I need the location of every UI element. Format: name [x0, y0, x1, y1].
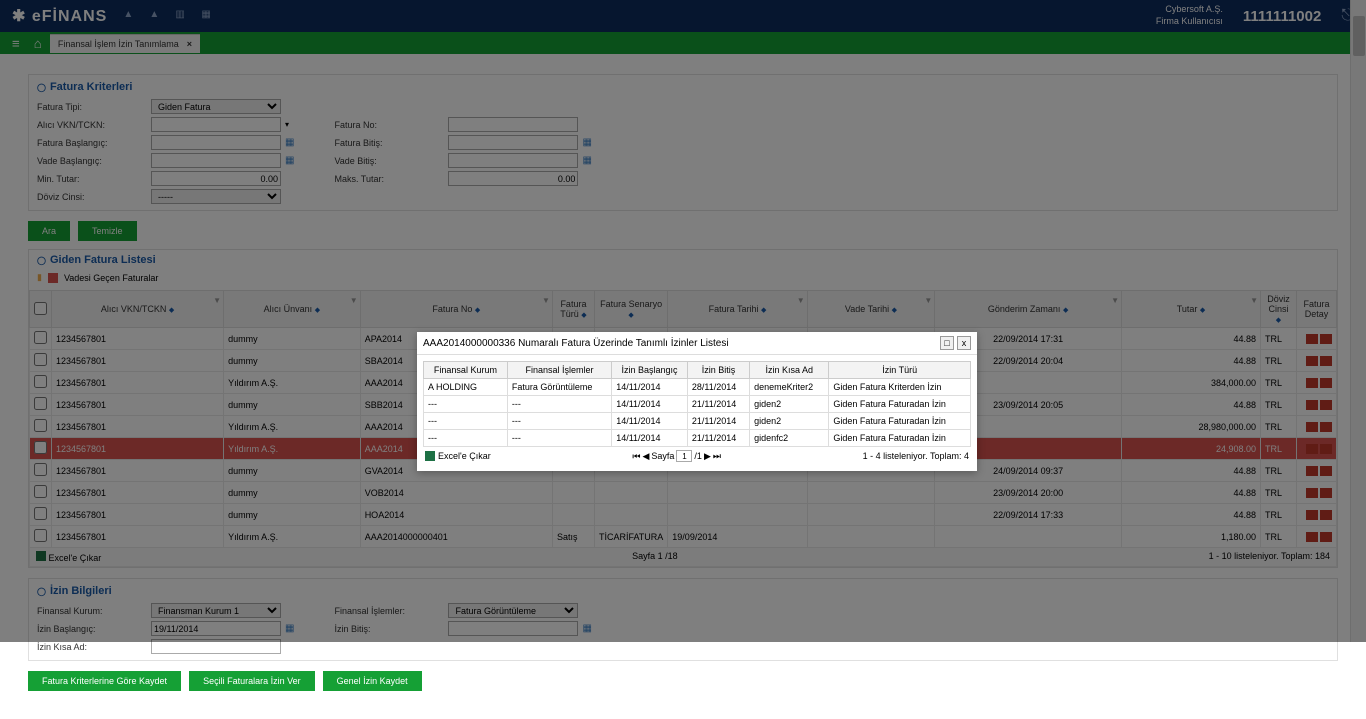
modal-minimize-icon[interactable]: □	[940, 336, 954, 350]
pager-last-icon[interactable]: ⏭	[713, 451, 721, 462]
table-row[interactable]: ------14/11/201421/11/2014giden2Giden Fa…	[424, 396, 971, 413]
table-row[interactable]: ------14/11/201421/11/2014gidenfc2Giden …	[424, 430, 971, 447]
table-row[interactable]: ------14/11/201421/11/2014giden2Giden Fa…	[424, 413, 971, 430]
pager-next-icon[interactable]: ▶	[704, 451, 711, 462]
label-kisa-ad: İzin Kısa Ad:	[37, 642, 147, 652]
secili-izin-button[interactable]: Seçili Faturalara İzin Ver	[189, 671, 315, 691]
modal-close-icon[interactable]: x	[957, 336, 971, 350]
modal-overlay[interactable]	[0, 0, 1366, 642]
mcol-kurum[interactable]: Finansal Kurum	[424, 362, 508, 379]
permissions-table: Finansal Kurum Finansal İşlemler İzin Ba…	[423, 361, 971, 447]
table-row[interactable]: A HOLDINGFatura Görüntüleme14/11/201428/…	[424, 379, 971, 396]
modal-pager[interactable]: ⏮ ◀ Sayfa /1 ▶ ⏭	[632, 450, 721, 462]
pager-first-icon[interactable]: ⏮	[632, 451, 640, 462]
mcol-turu[interactable]: İzin Türü	[829, 362, 971, 379]
mcol-bitis[interactable]: İzin Bitiş	[687, 362, 749, 379]
kriter-kaydet-button[interactable]: Fatura Kriterlerine Göre Kaydet	[28, 671, 181, 691]
modal-export-excel[interactable]: Excel'e Çıkar	[425, 451, 491, 461]
modal-title: AAA2014000000336 Numaralı Fatura Üzerind…	[423, 338, 729, 349]
mcol-baslangic[interactable]: İzin Başlangıç	[612, 362, 688, 379]
modal-total: 1 - 4 listeleniyor. Toplam: 4	[863, 451, 969, 461]
pager-prev-icon[interactable]: ◀	[642, 451, 649, 462]
permissions-modal: AAA2014000000336 Numaralı Fatura Üzerind…	[417, 332, 977, 471]
mcol-islemler[interactable]: Finansal İşlemler	[507, 362, 611, 379]
genel-izin-button[interactable]: Genel İzin Kaydet	[323, 671, 422, 691]
page-input[interactable]	[676, 450, 692, 462]
mcol-kisa[interactable]: İzin Kısa Ad	[750, 362, 829, 379]
